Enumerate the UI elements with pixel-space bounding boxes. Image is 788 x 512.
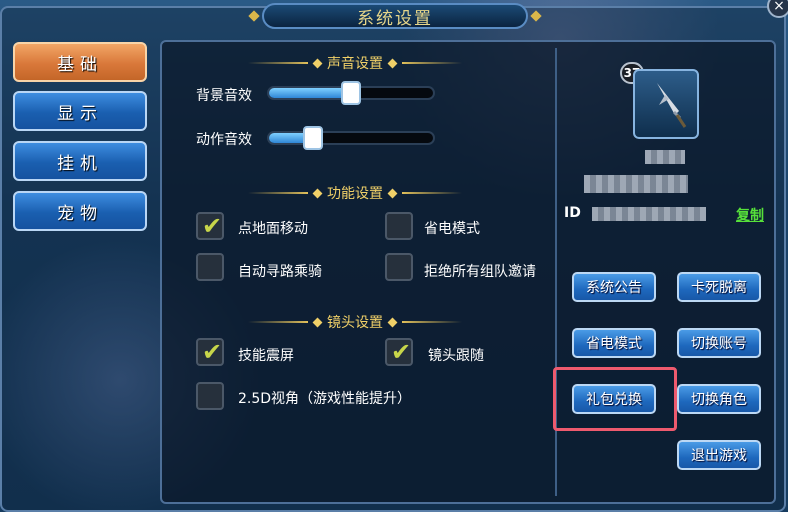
reject-team-invites-checkbox[interactable]	[385, 253, 413, 281]
action-sound-slider[interactable]	[267, 126, 435, 150]
view-25d-checkbox[interactable]	[196, 382, 224, 410]
avatar	[633, 69, 699, 139]
player-guild-blur	[584, 175, 688, 193]
tab-pet[interactable]: 宠物	[13, 191, 147, 231]
background-sound-label: 背景音效	[196, 88, 252, 104]
player-name-blur	[645, 150, 685, 164]
player-id-blur	[592, 207, 706, 221]
window-title: 系统设置	[357, 8, 433, 29]
tap-ground-move-label: 点地面移动	[238, 221, 308, 237]
window-title-bar: 系统设置	[262, 3, 528, 29]
sound-section-title: 声音设置	[327, 56, 383, 72]
tab-display[interactable]: 显示	[13, 91, 147, 131]
spear-icon	[657, 83, 687, 128]
tab-basic[interactable]: 基础	[13, 42, 147, 82]
gift-redeem-highlight	[553, 367, 677, 431]
check-icon: ✔	[391, 338, 412, 366]
check-icon: ✔	[202, 212, 223, 240]
power-saving-button[interactable]: 省电模式	[572, 328, 656, 358]
auto-path-mount-label: 自动寻路乘骑	[238, 264, 322, 280]
id-label: ID	[564, 205, 581, 221]
power-saving-label: 省电模式	[424, 221, 480, 237]
auto-path-mount-checkbox[interactable]	[196, 253, 224, 281]
power-saving-checkbox[interactable]	[385, 212, 413, 240]
reject-team-invites-label: 拒绝所有组队邀请	[424, 264, 536, 280]
tap-ground-move-checkbox[interactable]: ✔	[196, 212, 224, 240]
camera-follow-checkbox[interactable]: ✔	[385, 338, 413, 366]
background-sound-fill	[269, 88, 351, 98]
tab-afk[interactable]: 挂机	[13, 141, 147, 181]
skill-shake-label: 技能震屏	[238, 348, 294, 364]
function-section-title: 功能设置	[327, 186, 383, 202]
camera-section-header: 镜头设置	[230, 313, 480, 331]
exit-game-button[interactable]: 退出游戏	[677, 440, 761, 470]
switch-account-button[interactable]: 切换账号	[677, 328, 761, 358]
action-sound-label: 动作音效	[196, 132, 252, 148]
unstuck-button[interactable]: 卡死脱离	[677, 272, 761, 302]
camera-follow-label: 镜头跟随	[428, 348, 484, 364]
sound-section-header: 声音设置	[230, 54, 480, 72]
close-icon: ×	[773, 0, 785, 14]
system-announcement-button[interactable]: 系统公告	[572, 272, 656, 302]
background-sound-slider[interactable]	[267, 81, 435, 105]
background-sound-knob[interactable]	[341, 81, 361, 105]
function-section-header: 功能设置	[230, 184, 480, 202]
check-icon: ✔	[202, 338, 223, 366]
switch-character-button[interactable]: 切换角色	[677, 384, 761, 414]
copy-id-link[interactable]: 复制	[736, 205, 764, 225]
view-25d-label: 2.5D视角（游戏性能提升）	[238, 391, 412, 407]
skill-shake-checkbox[interactable]: ✔	[196, 338, 224, 366]
action-sound-knob[interactable]	[303, 126, 324, 150]
camera-section-title: 镜头设置	[327, 315, 383, 331]
